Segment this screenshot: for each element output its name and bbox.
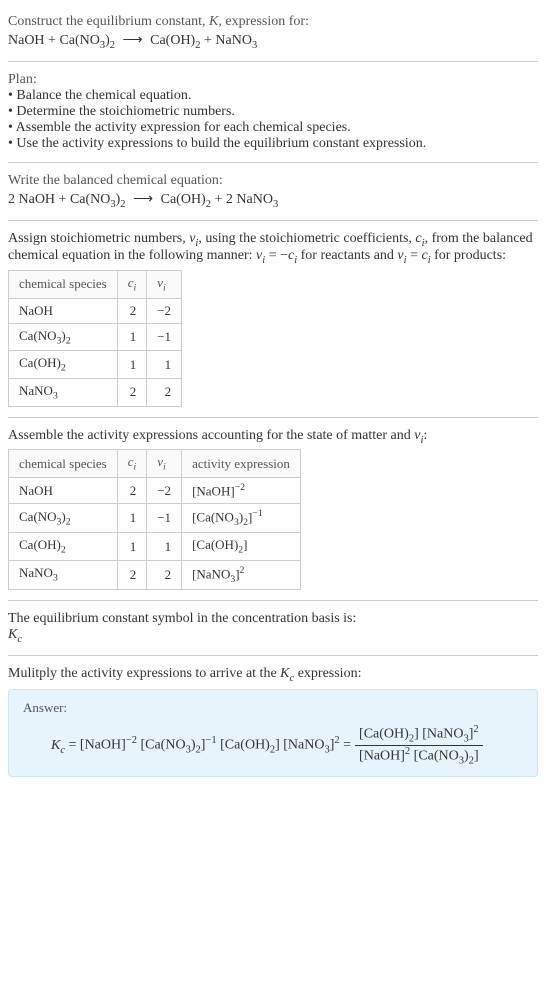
- activity-table: chemical species ci νi activity expressi…: [8, 449, 301, 589]
- kc-lhs: Kc = [NaOH]−2 [Ca(NO3)2]−1 [Ca(OH)2] [Na…: [51, 735, 351, 755]
- col-vi: νi: [147, 450, 182, 478]
- construct-title: Construct the equilibrium constant, K, e…: [8, 14, 538, 30]
- divider: [8, 417, 538, 418]
- table-row: Ca(NO3)2 1 −1 [Ca(NO3)2]−1: [9, 504, 301, 533]
- cell-ci: 1: [117, 351, 147, 379]
- col-species: chemical species: [9, 271, 118, 299]
- kc-numerator: [Ca(OH)2] [NaNO3]2: [355, 724, 483, 745]
- cell-vi: 2: [147, 560, 182, 589]
- table-header-row: chemical species ci νi activity expressi…: [9, 450, 301, 478]
- table-row: NaNO3 2 2: [9, 378, 182, 406]
- col-ci: ci: [117, 450, 147, 478]
- header-section: Construct the equilibrium constant, K, e…: [8, 8, 538, 57]
- cell-species: Ca(NO3)2: [9, 323, 118, 351]
- col-vi: νi: [147, 271, 182, 299]
- cell-ci: 1: [117, 533, 147, 561]
- cell-species: NaNO3: [9, 560, 118, 589]
- cell-ci: 2: [117, 298, 147, 323]
- cell-species: NaNO3: [9, 378, 118, 406]
- plan-item: • Assemble the activity expression for e…: [8, 120, 538, 136]
- table-row: Ca(OH)2 1 1: [9, 351, 182, 379]
- activity-intro: Assemble the activity expressions accoun…: [8, 428, 538, 446]
- cell-vi: −1: [147, 323, 182, 351]
- table-row: Ca(NO3)2 1 −1: [9, 323, 182, 351]
- stoich-table: chemical species ci νi NaOH 2 −2 Ca(NO3)…: [8, 270, 182, 406]
- cell-ci: 2: [117, 378, 147, 406]
- basis-line1: The equilibrium constant symbol in the c…: [8, 611, 538, 627]
- basis-section: The equilibrium constant symbol in the c…: [8, 605, 538, 651]
- cell-vi: −1: [147, 504, 182, 533]
- cell-vi: 1: [147, 351, 182, 379]
- cell-vi: −2: [147, 298, 182, 323]
- cell-species: NaOH: [9, 477, 118, 503]
- plan-section: Plan: • Balance the chemical equation. •…: [8, 66, 538, 158]
- divider: [8, 655, 538, 656]
- col-species: chemical species: [9, 450, 118, 478]
- plan-item: • Determine the stoichiometric numbers.: [8, 104, 538, 120]
- balanced-title: Write the balanced chemical equation:: [8, 173, 538, 189]
- divider: [8, 162, 538, 163]
- stoich-intro: Assign stoichiometric numbers, νi, using…: [8, 231, 538, 267]
- cell-ci: 2: [117, 477, 147, 503]
- multiply-text: Mulitply the activity expressions to arr…: [8, 666, 538, 684]
- basis-line2: Kc: [8, 627, 538, 645]
- plan-item: • Balance the chemical equation.: [8, 88, 538, 104]
- cell-vi: 1: [147, 533, 182, 561]
- balanced-section: Write the balanced chemical equation: 2 …: [8, 167, 538, 216]
- cell-species: Ca(OH)2: [9, 533, 118, 561]
- kc-fraction: [Ca(OH)2] [NaNO3]2 [NaOH]2 [Ca(NO3)2]: [355, 724, 483, 766]
- balanced-equation: 2 NaOH + Ca(NO3)2 ⟶ Ca(OH)2 + 2 NaNO3: [8, 191, 538, 210]
- kc-expression: Kc = [NaOH]−2 [Ca(NO3)2]−1 [Ca(OH)2] [Na…: [23, 724, 523, 766]
- cell-ci: 1: [117, 323, 147, 351]
- stoich-section: Assign stoichiometric numbers, νi, using…: [8, 225, 538, 413]
- table-row: NaOH 2 −2 [NaOH]−2: [9, 477, 301, 503]
- table-row: NaNO3 2 2 [NaNO3]2: [9, 560, 301, 589]
- col-activity: activity expression: [182, 450, 301, 478]
- cell-activity: [Ca(NO3)2]−1: [182, 504, 301, 533]
- cell-species: NaOH: [9, 298, 118, 323]
- cell-species: Ca(NO3)2: [9, 504, 118, 533]
- cell-vi: 2: [147, 378, 182, 406]
- cell-activity: [NaNO3]2: [182, 560, 301, 589]
- cell-activity: [Ca(OH)2]: [182, 533, 301, 561]
- col-ci: ci: [117, 271, 147, 299]
- kc-denominator: [NaOH]2 [Ca(NO3)2]: [355, 746, 483, 766]
- cell-vi: −2: [147, 477, 182, 503]
- cell-activity: [NaOH]−2: [182, 477, 301, 503]
- answer-box: Answer: Kc = [NaOH]−2 [Ca(NO3)2]−1 [Ca(O…: [8, 689, 538, 777]
- answer-label: Answer:: [23, 700, 523, 716]
- divider: [8, 220, 538, 221]
- cell-ci: 2: [117, 560, 147, 589]
- table-header-row: chemical species ci νi: [9, 271, 182, 299]
- plan-heading: Plan:: [8, 72, 538, 88]
- table-row: Ca(OH)2 1 1 [Ca(OH)2]: [9, 533, 301, 561]
- unbalanced-equation: NaOH + Ca(NO3)2 ⟶ Ca(OH)2 + NaNO3: [8, 32, 538, 51]
- cell-ci: 1: [117, 504, 147, 533]
- multiply-section: Mulitply the activity expressions to arr…: [8, 660, 538, 784]
- cell-species: Ca(OH)2: [9, 351, 118, 379]
- divider: [8, 600, 538, 601]
- plan-item: • Use the activity expressions to build …: [8, 136, 538, 152]
- activity-section: Assemble the activity expressions accoun…: [8, 422, 538, 596]
- table-row: NaOH 2 −2: [9, 298, 182, 323]
- divider: [8, 61, 538, 62]
